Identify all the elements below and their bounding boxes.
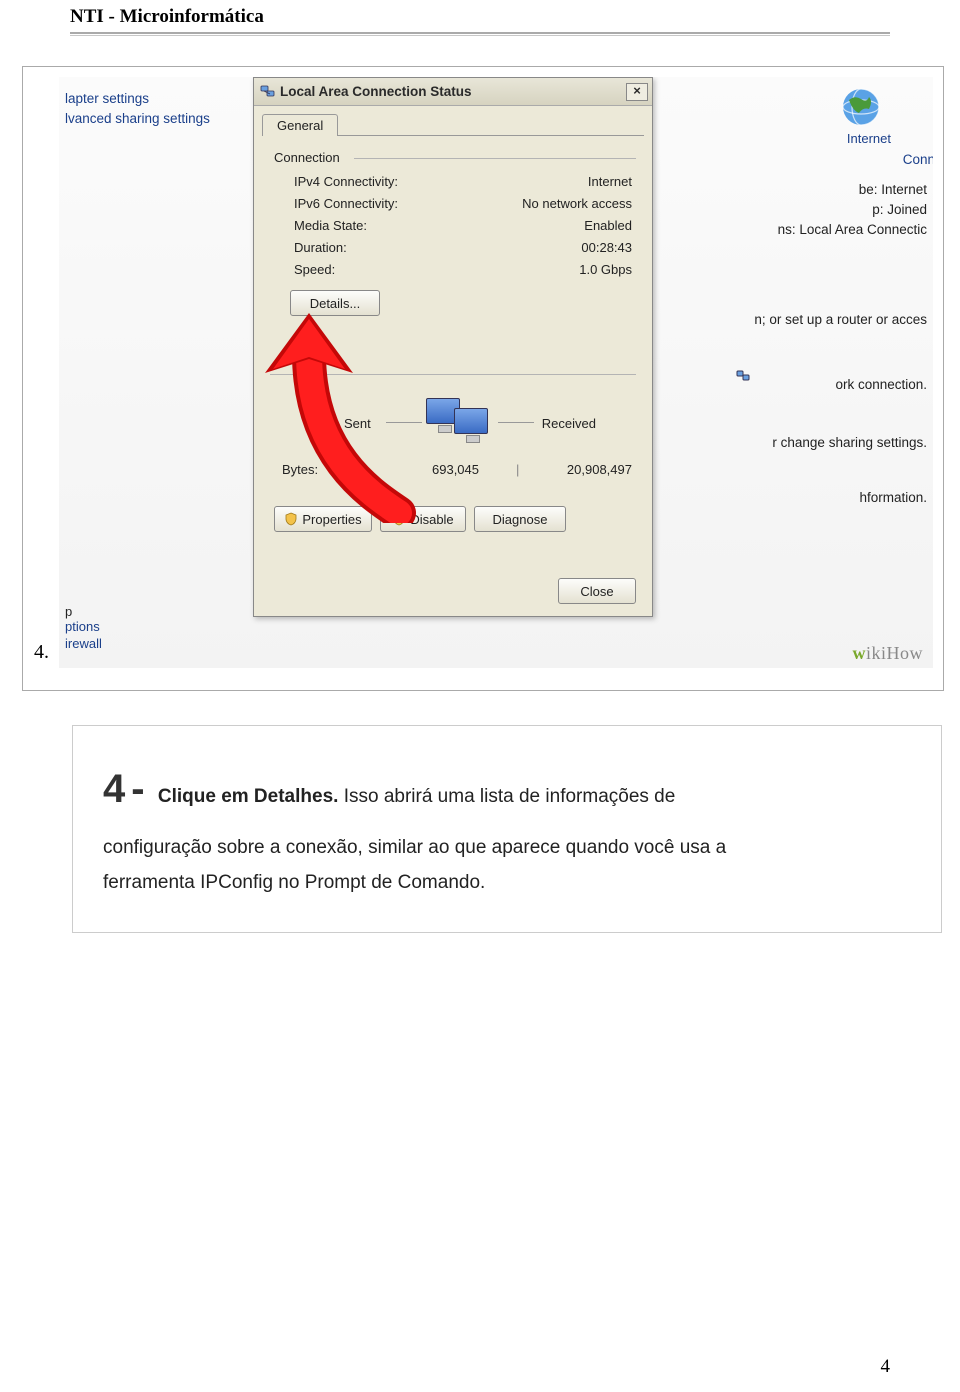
figure-container: 4. lapter settings lvanced sharing setti… xyxy=(22,66,944,691)
media-state-value: Enabled xyxy=(584,218,632,233)
bg-text-information: hformation. xyxy=(859,490,927,505)
row-ipv4: IPv4 Connectivity: Internet xyxy=(294,174,632,189)
page-number: 4 xyxy=(881,1356,891,1378)
ipv6-label: IPv6 Connectivity: xyxy=(294,196,398,211)
dialog-titlebar: Local Area Connection Status × xyxy=(254,78,652,106)
disable-button-label: Disable xyxy=(410,512,453,527)
bg-text-ns-lac-text: ns: Local Area Connectic xyxy=(778,222,927,237)
bg-text-adapter-settings: lapter settings xyxy=(65,91,149,106)
network-icon xyxy=(260,84,276,100)
ipv6-value: No network access xyxy=(522,196,632,211)
activity-received-label: Received xyxy=(542,416,596,431)
bg-text-ork-connection: ork connection. xyxy=(835,377,927,392)
ipv4-label: IPv4 Connectivity: xyxy=(294,174,398,189)
bg-text-firewall: irewall xyxy=(65,636,102,651)
wikihow-watermark: wikiHow xyxy=(852,643,923,664)
screenshot: lapter settings lvanced sharing settings… xyxy=(59,77,933,668)
header-rule-2 xyxy=(70,35,890,36)
close-button-label: Close xyxy=(580,584,613,599)
header-rule-1 xyxy=(70,32,890,34)
connection-status-dialog: Local Area Connection Status × General C… xyxy=(253,77,653,617)
disable-button[interactable]: Disable xyxy=(380,506,466,532)
details-button-label: Details... xyxy=(310,296,361,311)
bg-text-ns-lac: ns: Local Area Connectic xyxy=(762,222,927,237)
diagnose-button-label: Diagnose xyxy=(493,512,548,527)
bg-text-be-internet: be: Internet xyxy=(859,182,927,197)
ipv4-value: Internet xyxy=(588,174,632,189)
step-marker: 4. xyxy=(34,641,49,664)
internet-globe-icon xyxy=(839,85,883,129)
bytes-sent-value: 693,045 xyxy=(432,462,479,477)
caption-bold: Clique em Detalhes. xyxy=(158,786,339,807)
step-dash: - xyxy=(131,767,144,811)
diagnose-button[interactable]: Diagnose xyxy=(474,506,566,532)
bg-text-conn: Conn xyxy=(903,152,933,167)
dialog-close-button[interactable]: × xyxy=(626,83,648,101)
speed-value: 1.0 Gbps xyxy=(579,262,632,277)
row-media-state: Media State: Enabled xyxy=(294,218,632,233)
step-caption: 4- Clique em Detalhes. Isso abrirá uma l… xyxy=(72,725,942,933)
dialog-title: Local Area Connection Status xyxy=(280,84,626,99)
duration-label: Duration: xyxy=(294,240,347,255)
shield-icon xyxy=(284,512,298,526)
bytes-recv-value: 20,908,497 xyxy=(567,462,632,477)
internet-label: Internet xyxy=(847,131,891,146)
bg-text-options: ptions xyxy=(65,619,100,634)
bg-text-sharing-settings: r change sharing settings. xyxy=(772,435,927,450)
caption-rest1: Isso abrirá uma lista de informações de xyxy=(338,786,675,807)
bg-text-advanced-sharing: lvanced sharing settings xyxy=(65,111,210,126)
step-number-big: 4 xyxy=(103,767,125,811)
bg-text-router: n; or set up a router or acces xyxy=(754,312,927,327)
speed-label: Speed: xyxy=(294,262,335,277)
properties-button[interactable]: Properties xyxy=(274,506,372,532)
bg-text-p-joined: p: Joined xyxy=(872,202,927,217)
media-state-label: Media State: xyxy=(294,218,367,233)
document-header: NTI - Microinformática xyxy=(70,0,890,30)
bg-text-p: p xyxy=(65,604,72,619)
details-button[interactable]: Details... xyxy=(290,290,380,316)
row-duration: Duration: 00:28:43 xyxy=(294,240,632,255)
caption-line2: configuração sobre a conexão, similar ao… xyxy=(103,830,913,865)
network-mini-icon xyxy=(736,369,750,383)
close-button[interactable]: Close xyxy=(558,578,636,604)
activity-sent-label: Sent xyxy=(344,416,371,431)
row-bytes: Bytes: 693,045 | 20,908,497 xyxy=(282,462,632,477)
caption-line3: ferramenta IPConfig no Prompt de Comando… xyxy=(103,865,913,900)
bytes-label: Bytes: xyxy=(282,462,318,477)
row-ipv6: IPv6 Connectivity: No network access xyxy=(294,196,632,211)
activity-icon xyxy=(426,398,526,458)
shield-icon xyxy=(392,512,406,526)
activity-line-left xyxy=(386,422,422,423)
row-speed: Speed: 1.0 Gbps xyxy=(294,262,632,277)
tab-general[interactable]: General xyxy=(262,114,338,136)
group-connection-label: Connection xyxy=(274,150,340,165)
properties-button-label: Properties xyxy=(302,512,361,527)
duration-value: 00:28:43 xyxy=(581,240,632,255)
